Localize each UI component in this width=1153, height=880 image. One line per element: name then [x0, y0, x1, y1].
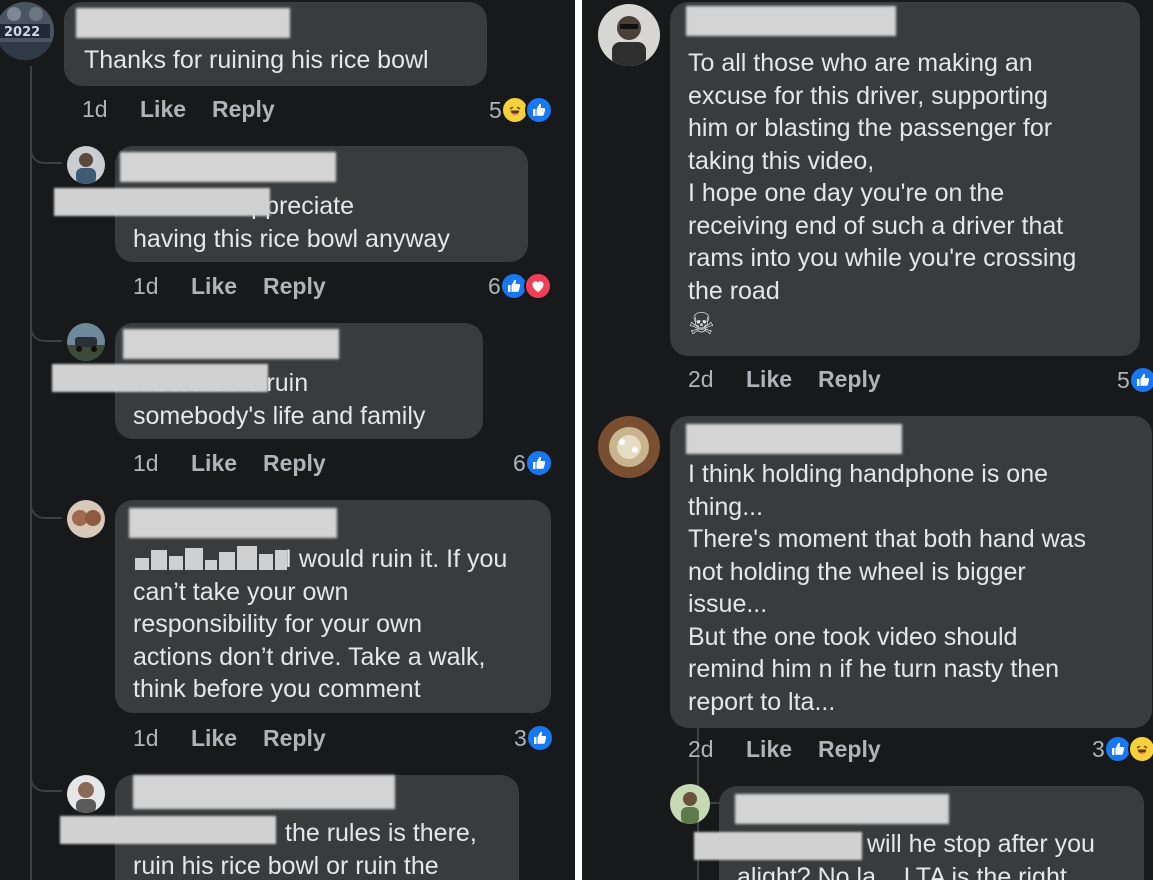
- redacted-author-name: [120, 152, 336, 182]
- comment-text: To all those who are making an excuse fo…: [688, 49, 1077, 305]
- comment-time: 1d: [133, 450, 159, 476]
- reaction-summary[interactable]: 6: [488, 272, 552, 300]
- comment-time: 2d: [688, 736, 714, 762]
- avatar[interactable]: [598, 4, 660, 66]
- redacted-author-name: [123, 329, 339, 359]
- thread-line: [30, 66, 32, 880]
- redacted-author-name: [735, 794, 949, 824]
- thumbs-up-icon: [524, 449, 553, 477]
- thread-branch: [30, 318, 62, 342]
- comment-bubble: I would ruin it. If you can’t take your …: [115, 500, 551, 713]
- redacted-mention: [52, 364, 268, 392]
- redacted-author-name: [686, 6, 896, 36]
- comment-text: I think holding handphone is one thing..…: [688, 460, 1087, 716]
- reply-button[interactable]: Reply: [818, 366, 881, 393]
- right-screenshot-panel: To all those who are making an excuse fo…: [582, 0, 1153, 880]
- reply-button[interactable]: Reply: [263, 450, 326, 477]
- panel-divider: [575, 0, 582, 880]
- thread-branch: [30, 768, 62, 792]
- thumbs-up-icon: [524, 96, 553, 124]
- reaction-count: 3: [1092, 735, 1105, 762]
- reaction-summary[interactable]: 3: [1092, 735, 1153, 763]
- comment-time: 1d: [133, 273, 159, 299]
- reaction-summary[interactable]: 5: [1117, 366, 1153, 394]
- reaction-summary[interactable]: 5: [489, 96, 553, 124]
- avatar[interactable]: [670, 784, 710, 824]
- comment-time: 1d: [82, 96, 108, 122]
- redacted-author-name: [76, 8, 290, 38]
- thumbs-up-icon: [1128, 366, 1153, 394]
- svg-text:2022: 2022: [4, 25, 40, 40]
- thumbs-up-icon: [525, 724, 554, 752]
- redacted-author-name: [686, 424, 902, 454]
- reaction-summary[interactable]: 6: [513, 449, 553, 477]
- avatar[interactable]: [67, 146, 105, 184]
- avatar[interactable]: [598, 416, 660, 478]
- heart-icon: [523, 272, 552, 300]
- redacted-author-name: [133, 775, 395, 809]
- reply-button[interactable]: Reply: [818, 736, 881, 763]
- avatar[interactable]: 2022: [0, 2, 54, 60]
- comment-text: I would ruin it. If you can’t take your …: [133, 545, 508, 703]
- redacted-mention: [694, 832, 862, 860]
- comment-bubble: To all those who are making an excuse fo…: [670, 2, 1140, 356]
- avatar[interactable]: [67, 500, 105, 538]
- reaction-summary[interactable]: 3: [514, 724, 554, 752]
- like-button[interactable]: Like: [746, 736, 792, 763]
- redacted-mention: [60, 816, 276, 844]
- reply-button[interactable]: Reply: [212, 96, 275, 123]
- like-button[interactable]: Like: [191, 450, 237, 477]
- reply-button[interactable]: Reply: [263, 725, 326, 752]
- comment-bubble: Thanks for ruining his rice bowl: [64, 2, 487, 86]
- like-button[interactable]: Like: [191, 725, 237, 752]
- left-screenshot-panel: 2022 Thanks for ruining his rice bowl 1d…: [0, 0, 575, 880]
- reaction-count: 6: [513, 449, 526, 476]
- thread-branch: [30, 495, 62, 519]
- like-button[interactable]: Like: [746, 366, 792, 393]
- avatar[interactable]: [67, 323, 105, 361]
- redacted-author-name: [129, 508, 337, 538]
- laughing-face-icon: [1127, 735, 1153, 763]
- reaction-count: 5: [489, 96, 502, 123]
- like-button[interactable]: Like: [191, 273, 237, 300]
- comment-time: 1d: [133, 725, 159, 751]
- like-button[interactable]: Like: [140, 96, 186, 123]
- skull-crossbones-icon: ☠: [688, 308, 715, 341]
- thread-branch: [30, 140, 62, 164]
- reaction-count: 6: [488, 272, 501, 299]
- reaction-count: 3: [514, 724, 527, 751]
- reaction-count: 5: [1117, 366, 1130, 393]
- redacted-mention: [54, 188, 270, 216]
- comment-bubble: I think holding handphone is one thing..…: [670, 416, 1152, 728]
- comment-time: 2d: [688, 366, 714, 392]
- reply-button[interactable]: Reply: [263, 273, 326, 300]
- comment-text: Thanks for ruining his rice bowl: [84, 46, 429, 74]
- avatar[interactable]: [67, 775, 105, 813]
